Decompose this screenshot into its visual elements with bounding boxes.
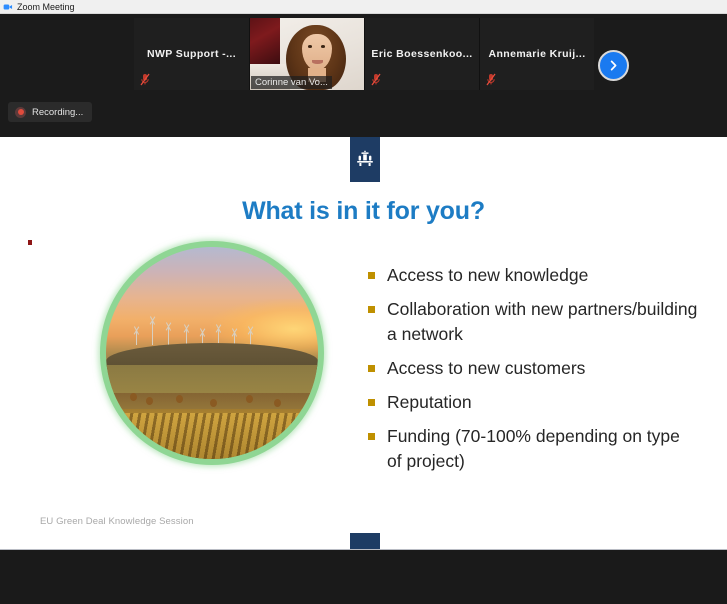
landscape-photo xyxy=(106,247,318,459)
slide-bottom-accent-block xyxy=(350,533,380,549)
participant-name: Annemarie Kruij... xyxy=(488,48,586,60)
list-item: Collaboration with new partners/building… xyxy=(368,297,698,347)
participant-tile[interactable]: Eric Boessenkoo... xyxy=(364,18,479,90)
chevron-right-icon xyxy=(610,60,617,71)
window-title-bar: Zoom Meeting xyxy=(0,0,727,14)
list-item-label: Funding (70-100% depending on type of pr… xyxy=(387,426,680,471)
muted-microphone-icon xyxy=(371,73,381,86)
list-item: Reputation xyxy=(368,390,698,415)
participant-name: Eric Boessenkoo... xyxy=(371,48,473,60)
muted-microphone-icon xyxy=(140,73,150,86)
coat-of-arms-icon xyxy=(357,149,373,166)
recording-dot-icon xyxy=(15,106,26,118)
bullet-square-icon xyxy=(368,306,375,313)
bullet-list: Access to new knowledge Collaboration wi… xyxy=(368,263,698,483)
window-title: Zoom Meeting xyxy=(17,1,75,12)
list-item-label: Access to new knowledge xyxy=(387,265,589,285)
list-item: Funding (70-100% depending on type of pr… xyxy=(368,424,698,474)
recording-indicator[interactable]: Recording... xyxy=(8,102,92,122)
muted-microphone-icon xyxy=(486,73,496,86)
participant-name: Corinne van Vo... xyxy=(251,76,332,89)
annotation-marker xyxy=(28,240,32,245)
participant-filmstrip: NWP Support -... Corinne van Vo... Eric … xyxy=(134,18,596,90)
zoom-meeting-window: Zoom Meeting NWP Support -... Corinne va… xyxy=(0,0,727,604)
zoom-camera-icon xyxy=(3,4,13,9)
recording-label: Recording... xyxy=(32,106,84,118)
bullet-square-icon xyxy=(368,433,375,440)
list-item: Access to new knowledge xyxy=(368,263,698,288)
rijksoverheid-logo xyxy=(350,137,380,182)
page-title: What is in it for you? xyxy=(242,197,485,225)
bullet-square-icon xyxy=(368,272,375,279)
next-participants-button[interactable] xyxy=(598,50,629,81)
slide-footer: EU Green Deal Knowledge Session xyxy=(40,516,194,527)
slide-image-frame xyxy=(100,241,324,465)
list-item-label: Collaboration with new partners/building… xyxy=(387,299,698,344)
list-item: Access to new customers xyxy=(368,356,698,381)
bullet-square-icon xyxy=(368,399,375,406)
participant-tile-active-speaker[interactable]: Corinne van Vo... xyxy=(249,18,364,90)
list-item-label: Reputation xyxy=(387,392,472,412)
zoom-top-panel: NWP Support -... Corinne van Vo... Eric … xyxy=(0,14,727,137)
participant-tile[interactable]: NWP Support -... xyxy=(134,18,249,90)
list-item-label: Access to new customers xyxy=(387,358,586,378)
participant-name: NWP Support -... xyxy=(146,48,237,60)
bullet-square-icon xyxy=(368,365,375,372)
participant-tile[interactable]: Annemarie Kruij... xyxy=(479,18,594,90)
zoom-bottom-toolbar-area xyxy=(0,549,727,604)
shared-screen-slide: What is in it for you? Access to new kno… xyxy=(0,137,727,549)
